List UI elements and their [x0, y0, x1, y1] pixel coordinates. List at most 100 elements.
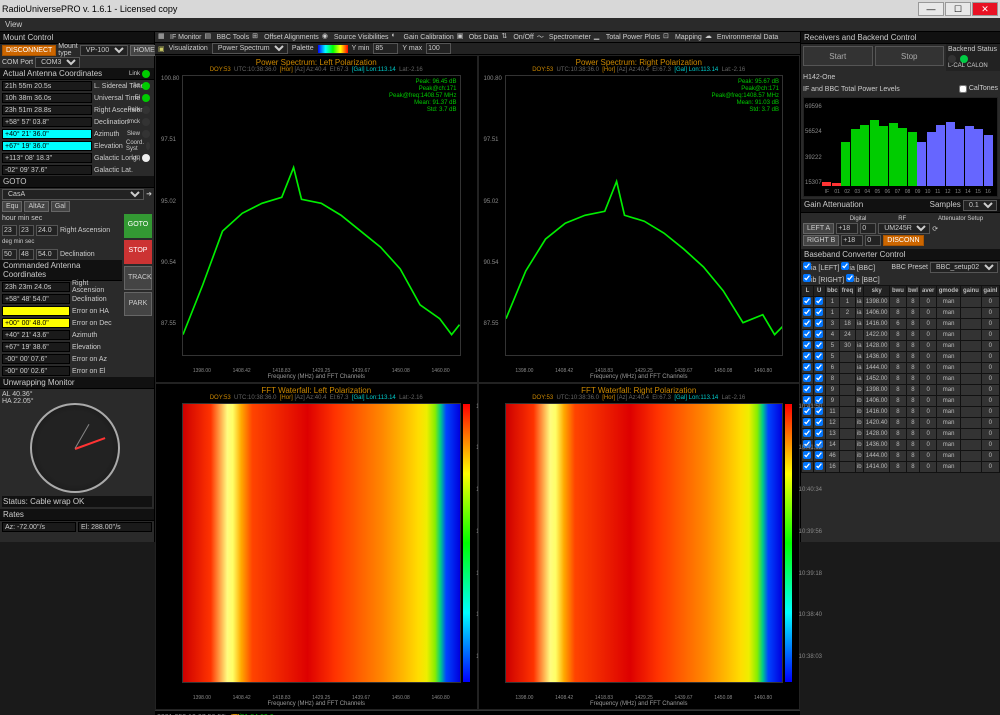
left-a-button[interactable]: LEFT A: [803, 223, 834, 234]
window-max-button[interactable]: ☐: [945, 2, 971, 16]
bbc-cell-14-1: [840, 451, 855, 462]
bbc-u-6[interactable]: [815, 363, 823, 371]
bbc-l-12[interactable]: [803, 429, 811, 437]
ymin-input[interactable]: [373, 43, 398, 54]
left-dig-input[interactable]: [836, 223, 858, 234]
bbc-l-4[interactable]: [803, 341, 811, 349]
park-button[interactable]: PARK: [124, 292, 152, 316]
bbc-u-11[interactable]: [815, 418, 823, 426]
bbc-l-1[interactable]: [803, 308, 811, 316]
lbl-hour: hour: [2, 215, 16, 222]
left-att-select[interactable]: UM245R: [878, 223, 930, 234]
bbc-u-12[interactable]: [815, 429, 823, 437]
samples-select[interactable]: 0.1: [963, 200, 997, 211]
bbc-u-5[interactable]: [815, 352, 823, 360]
disconn-button[interactable]: DISCONN: [883, 235, 923, 246]
caltones-checkbox[interactable]: [959, 85, 967, 93]
bbc-u-15[interactable]: [815, 462, 823, 470]
ra-label: Right Ascension: [60, 227, 110, 234]
bbc-cell-0-0: 1: [825, 297, 840, 308]
bbc-u-1[interactable]: [815, 308, 823, 316]
right-dig-input[interactable]: [841, 235, 863, 246]
bbc-l-11[interactable]: [803, 418, 811, 426]
viz-select[interactable]: Power Spectrum: [212, 43, 288, 54]
backend-stop-button[interactable]: Stop: [875, 46, 945, 66]
toolbar-source visibilities[interactable]: ◉Source Visibilities: [322, 32, 389, 42]
menu-view[interactable]: View: [5, 20, 22, 29]
window-min-button[interactable]: —: [918, 2, 944, 16]
bbc-cell-8-2: ib: [855, 385, 863, 396]
toolbar-mapping[interactable]: ⊡Mapping: [663, 32, 702, 42]
bbc-u-8[interactable]: [815, 385, 823, 393]
bbc-l-7[interactable]: [803, 374, 811, 382]
goto-source-select[interactable]: CasA: [2, 189, 144, 200]
bbc-cell-14-4: 8: [890, 451, 906, 462]
ib-bbc-checkbox[interactable]: [846, 274, 854, 282]
lcal-label: L-CAL: [948, 63, 965, 69]
bbc-cell-5-6: 0: [920, 352, 936, 363]
bbc-cell-10-5: 8: [906, 407, 920, 418]
toolbar-total power plots[interactable]: ▁Total Power Plots: [594, 32, 660, 42]
left-rf-input[interactable]: [860, 223, 876, 234]
bbc-l-2[interactable]: [803, 319, 811, 327]
right-b-button[interactable]: RIGHT B: [803, 235, 839, 246]
toolbar-if monitor[interactable]: ▦IF Monitor: [158, 32, 202, 42]
bbc-u-14[interactable]: [815, 451, 823, 459]
bbc-u-7[interactable]: [815, 374, 823, 382]
mount-type-select[interactable]: VP-100: [80, 45, 128, 56]
backend-start-button[interactable]: Start: [803, 46, 873, 66]
bbc-cell-13-7: man: [936, 440, 960, 451]
bbc-preset-select[interactable]: BBC_setup02: [930, 262, 998, 273]
tab-equ[interactable]: Equ: [2, 201, 22, 212]
dec-min-input[interactable]: [19, 249, 34, 260]
bbc-l-6[interactable]: [803, 363, 811, 371]
refresh-icon[interactable]: ⟳: [932, 225, 938, 233]
tab-altaz[interactable]: AltAz: [24, 201, 48, 212]
toolbar-spectrometer[interactable]: 〜Spectrometer: [537, 32, 591, 42]
toolbar-offset alignments[interactable]: ⊞Offset Alignments: [252, 32, 319, 42]
toolbar-obs data[interactable]: ▣Obs Data: [457, 32, 499, 42]
bbc-u-4[interactable]: [815, 341, 823, 349]
colorbar-3: [785, 404, 792, 683]
track-button[interactable]: TRACK: [124, 266, 152, 290]
arrow-right-icon[interactable]: ➜: [146, 190, 152, 198]
bbc-cell-13-4: 8: [890, 440, 906, 451]
antenna-lbl-7: Galactic Lat.: [94, 167, 152, 174]
bbc-u-0[interactable]: [815, 297, 823, 305]
toolbar-gain calibration[interactable]: ◐Gain Calibration: [392, 32, 454, 42]
dec-sec-input[interactable]: [36, 249, 58, 260]
ra-sec-input[interactable]: [36, 225, 58, 236]
palette-swatch[interactable]: [318, 45, 348, 53]
tab-gal[interactable]: Gal: [51, 201, 70, 212]
bbc-u-2[interactable]: [815, 319, 823, 327]
bbc-cell-9-7: man: [936, 396, 960, 407]
disconnect-button[interactable]: DISCONNECT: [2, 45, 56, 56]
bbc-cell-7-5: 8: [906, 374, 920, 385]
bbc-l-5[interactable]: [803, 352, 811, 360]
ib-right-checkbox[interactable]: [803, 274, 811, 282]
bbc-l-8[interactable]: [803, 385, 811, 393]
bbc-l-15[interactable]: [803, 462, 811, 470]
comport-label: COM Port: [2, 59, 33, 66]
bbc-l-3[interactable]: [803, 330, 811, 338]
ymax-label: Y max: [402, 45, 422, 52]
comport-select[interactable]: COM3: [35, 57, 80, 68]
stop-button[interactable]: STOP: [124, 240, 152, 264]
ymax-input[interactable]: [426, 43, 451, 54]
bbc-cell-7-8: [961, 374, 981, 385]
bbc-cell-1-7: man: [936, 308, 960, 319]
bbc-l-14[interactable]: [803, 451, 811, 459]
toolbar-on/off[interactable]: ⇅On/Off: [501, 32, 534, 42]
h142-label: H142-One: [803, 74, 835, 81]
ra-hour-input[interactable]: [2, 225, 17, 236]
bbc-u-3[interactable]: [815, 330, 823, 338]
bbc-l-0[interactable]: [803, 297, 811, 305]
dec-deg-input[interactable]: [2, 249, 17, 260]
ia-left-checkbox[interactable]: [803, 262, 811, 270]
goto-button[interactable]: GOTO: [124, 214, 152, 238]
toolbar-environmental data[interactable]: ☁Environmental Data: [705, 32, 778, 42]
window-close-button[interactable]: ✕: [972, 2, 998, 16]
toolbar-bbc tools[interactable]: ▤BBC Tools: [205, 32, 250, 42]
right-rf-input[interactable]: [865, 235, 881, 246]
ra-min-input[interactable]: [19, 225, 34, 236]
